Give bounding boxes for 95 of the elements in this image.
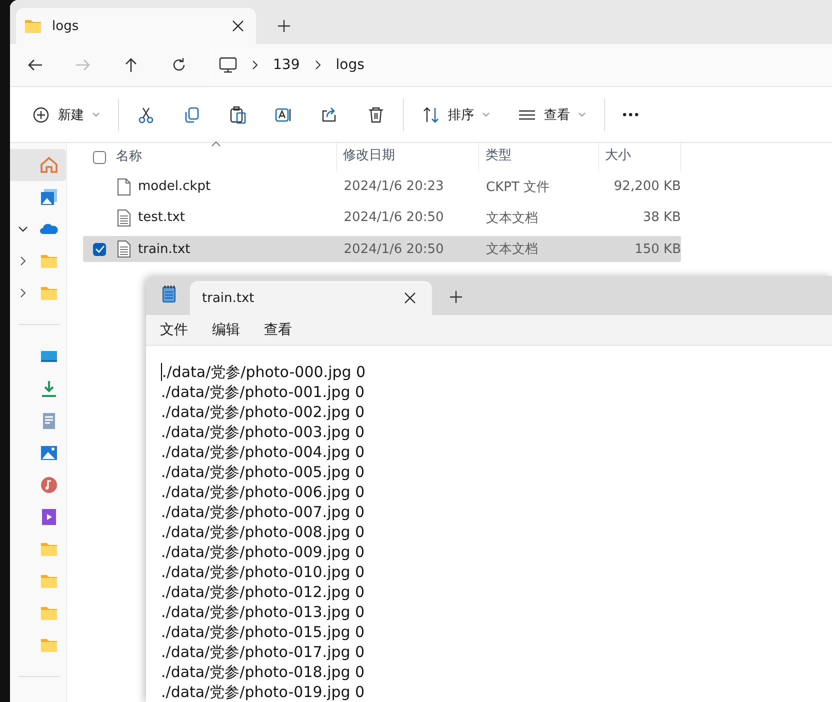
table-cell-text: 文本文档 bbox=[485, 210, 540, 226]
table-cell-text: 150 KB bbox=[634, 242, 681, 256]
menu-item[interactable]: 查看 bbox=[264, 321, 292, 340]
text-line: ./data/党参/photo-012.jpg 0 bbox=[161, 582, 365, 602]
window-tab[interactable]: logs bbox=[16, 8, 256, 44]
text-line: ./data/党参/photo-017.jpg 0 bbox=[161, 642, 365, 662]
table-cell-text: 38 KB bbox=[642, 210, 681, 225]
sort-icon bbox=[422, 106, 440, 124]
text-line: ./data/党参/photo-013.jpg 0 bbox=[161, 602, 365, 622]
download-icon bbox=[40, 380, 58, 398]
text-line: ./data/党参/photo-000.jpg 0 bbox=[162, 362, 366, 382]
close-icon[interactable] bbox=[232, 20, 244, 32]
back-icon[interactable] bbox=[27, 57, 43, 73]
menu-item[interactable]: 文件 bbox=[160, 321, 188, 340]
tab-title: logs bbox=[52, 18, 80, 34]
check-icon bbox=[94, 245, 104, 253]
picture-icon bbox=[40, 444, 58, 462]
text-cursor bbox=[161, 363, 162, 381]
text-line: ./data/党参/photo-004.jpg 0 bbox=[161, 442, 365, 462]
add-button[interactable]: 新建 bbox=[20, 98, 112, 132]
sort-button[interactable]: 排序 bbox=[410, 98, 502, 132]
table-cell-text: 2024/1/6 20:50 bbox=[342, 210, 445, 225]
scissors-icon bbox=[137, 106, 155, 124]
file-row[interactable]: train.txt 2024/1/6 20:50 文本文档 150 KB bbox=[83, 236, 681, 262]
folder-icon bbox=[40, 540, 58, 558]
file-row[interactable]: model.ckpt 2024/1/6 20:23 CKPT 文件 92,200 KB bbox=[83, 171, 681, 202]
chevron-right-icon bbox=[314, 60, 322, 70]
table-cell-text: 2024/1/6 20:50 bbox=[342, 242, 445, 256]
document-icon bbox=[40, 412, 58, 430]
caret-icon bbox=[92, 112, 100, 118]
chevron-right-icon bbox=[18, 288, 28, 298]
text-line: ./data/党参/photo-008.jpg 0 bbox=[161, 522, 365, 542]
folder-icon bbox=[40, 636, 58, 654]
trash-icon bbox=[367, 106, 385, 124]
copy-icon bbox=[183, 106, 201, 124]
folder-icon bbox=[40, 572, 58, 590]
column-header[interactable]: 修改日期 bbox=[337, 143, 480, 171]
video-icon bbox=[40, 508, 58, 526]
add-tab-icon[interactable] bbox=[278, 20, 290, 32]
file-row[interactable]: test.txt 2024/1/6 20:50 文本文档 38 KB bbox=[83, 202, 681, 233]
add-icon bbox=[32, 106, 50, 124]
text-line: ./data/党参/photo-018.jpg 0 bbox=[161, 662, 365, 682]
tab-title: train.txt bbox=[202, 290, 256, 306]
more-icon bbox=[623, 112, 639, 116]
text-line: ./data/党参/photo-015.jpg 0 bbox=[161, 622, 365, 642]
rename-icon bbox=[275, 106, 293, 124]
table-cell-text: 文本文档 bbox=[485, 241, 540, 258]
refresh-icon[interactable] bbox=[171, 57, 187, 73]
text-line: ./data/党参/photo-009.jpg 0 bbox=[161, 542, 365, 562]
table-cell-text: 2024/1/6 20:23 bbox=[342, 179, 445, 194]
text-line: ./data/党参/photo-005.jpg 0 bbox=[161, 462, 365, 482]
folder-icon bbox=[24, 17, 42, 35]
text-line: ./data/党参/photo-003.jpg 0 bbox=[161, 422, 365, 442]
file-name: model.ckpt bbox=[138, 179, 211, 194]
notepad-icon bbox=[162, 285, 176, 304]
chevron-right-icon bbox=[251, 60, 259, 70]
file-icon bbox=[116, 178, 132, 196]
text-line: ./data/党参/photo-010.jpg 0 bbox=[161, 562, 365, 582]
file-name: train.txt bbox=[138, 242, 190, 256]
chevron-right-icon bbox=[18, 256, 28, 266]
text-line: ./data/党参/photo-001.jpg 0 bbox=[161, 382, 365, 402]
up-icon[interactable] bbox=[123, 57, 139, 73]
table-cell-text: 92,200 KB bbox=[612, 179, 681, 194]
add-tab-icon[interactable] bbox=[450, 291, 462, 304]
checkbox[interactable] bbox=[93, 242, 106, 256]
breadcrumb[interactable]: logs bbox=[336, 57, 364, 73]
breadcrumb[interactable]: 139 bbox=[273, 57, 300, 73]
folder-icon bbox=[40, 604, 58, 622]
clipboard-icon bbox=[229, 106, 247, 124]
column-header[interactable]: 名称 bbox=[116, 143, 338, 171]
text-line: ./data/党参/photo-019.jpg 0 bbox=[161, 682, 365, 702]
column-header[interactable]: 类型 bbox=[479, 143, 599, 171]
file-name: test.txt bbox=[138, 210, 185, 225]
caret-icon bbox=[482, 112, 490, 118]
column-header[interactable]: 大小 bbox=[598, 143, 681, 171]
close-icon[interactable] bbox=[404, 292, 416, 304]
gallery-icon bbox=[40, 188, 58, 206]
select-all-checkbox[interactable] bbox=[93, 150, 106, 164]
folder-icon bbox=[40, 284, 58, 302]
table-cell-text: CKPT 文件 bbox=[485, 178, 551, 196]
sidebar-item[interactable] bbox=[10, 149, 66, 181]
text-file-icon bbox=[116, 208, 132, 226]
home-icon bbox=[40, 156, 58, 174]
text-file-icon bbox=[116, 240, 132, 258]
text-line: ./data/党参/photo-007.jpg 0 bbox=[161, 502, 365, 522]
computer-icon bbox=[219, 56, 237, 74]
chevron-down-icon bbox=[18, 224, 28, 234]
text-line: ./data/党参/photo-006.jpg 0 bbox=[161, 482, 365, 502]
list-view-button[interactable]: 查看 bbox=[506, 98, 598, 132]
music-icon bbox=[40, 476, 58, 494]
menu-item[interactable]: 编辑 bbox=[212, 321, 240, 340]
window-tab[interactable]: train.txt bbox=[190, 281, 432, 316]
caret-icon bbox=[578, 112, 586, 118]
text-line: ./data/党参/photo-002.jpg 0 bbox=[161, 402, 365, 422]
folder-icon bbox=[40, 252, 58, 270]
